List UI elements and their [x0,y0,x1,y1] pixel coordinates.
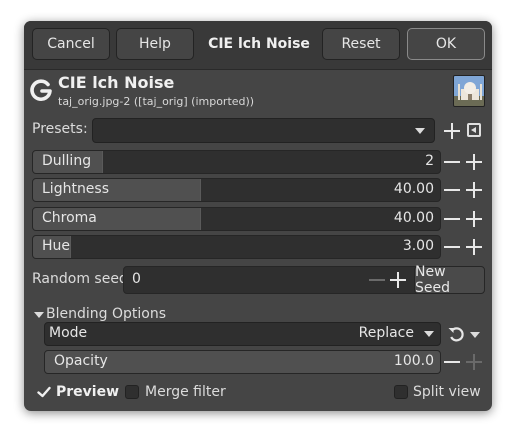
split-view-checkbox[interactable] [394,385,408,399]
composite-mode-button[interactable] [447,324,483,346]
filter-title: CIE lch Noise [58,73,175,92]
cancel-button[interactable]: Cancel [32,28,110,60]
slider-lightness[interactable]: Lightness 40.00 [32,178,441,202]
slider-hue[interactable]: Hue 3.00 [32,235,441,259]
slider-label: Dulling [42,153,92,169]
preset-menu-icon[interactable] [467,123,481,137]
slider-value: 2 [425,153,434,169]
decrease-opacity-button[interactable] [444,354,460,370]
merge-filter-checkbox[interactable] [125,385,139,399]
chevron-down-icon [470,332,480,338]
presets-combo[interactable] [92,118,435,143]
blend-mode-combo[interactable]: Mode Replace [44,322,441,346]
add-preset-icon[interactable] [444,123,460,139]
slider-opacity[interactable]: Opacity 100.0 [44,350,441,374]
new-seed-button[interactable]: New Seed [414,264,485,296]
random-seed-value: 0 [132,271,141,287]
cie-lch-noise-dialog: Cancel Help CIE lch Noise Reset OK CIE l… [24,21,492,411]
decrease-lightness-button[interactable] [444,182,460,198]
preview-checkbox[interactable] [37,385,51,399]
decrease-hue-button[interactable] [444,239,460,255]
reset-mode-icon [448,327,464,342]
presets-label: Presets: [32,121,88,137]
increase-opacity-button[interactable] [466,354,482,370]
dialog-title: CIE lch Noise [208,36,310,52]
decrease-chroma-button[interactable] [444,211,460,227]
ok-button[interactable]: OK [407,28,485,60]
slider-label: Lightness [42,181,110,197]
help-button[interactable]: Help [116,28,194,60]
random-seed-input[interactable]: 0 [123,266,435,294]
blending-options-label: Blending Options [46,306,166,322]
expander-arrow-icon [34,312,44,318]
chevron-down-icon [415,128,425,134]
slider-value: 40.00 [393,181,434,197]
slider-dulling[interactable]: Dulling 2 [32,150,441,174]
random-seed-label: Random seed [32,271,128,287]
slider-value: 40.00 [393,210,434,226]
decrease-seed-button[interactable] [369,272,385,288]
mode-label: Mode [49,325,88,341]
increase-dulling-button[interactable] [466,154,482,170]
image-subtitle: taj_orig.jpg-2 ([taj_orig] (imported)) [58,95,255,108]
slider-chroma[interactable]: Chroma 40.00 [32,207,441,231]
reset-button[interactable]: Reset [322,28,400,60]
slider-label: Hue [42,238,71,254]
preview-label: Preview [56,384,120,400]
gegl-logo-icon [28,77,54,103]
increase-hue-button[interactable] [466,239,482,255]
increase-seed-button[interactable] [390,272,406,288]
merge-filter-label: Merge filter [145,384,226,400]
image-thumbnail [453,75,485,107]
decrease-dulling-button[interactable] [444,154,460,170]
split-view-label: Split view [413,384,481,400]
checkmark-icon [37,386,51,398]
mode-value: Replace [358,325,414,341]
increase-lightness-button[interactable] [466,182,482,198]
slider-value: 3.00 [402,238,434,254]
chevron-down-icon [424,331,434,337]
increase-chroma-button[interactable] [466,211,482,227]
slider-label: Opacity [54,353,108,369]
slider-value: 100.0 [393,353,434,369]
slider-label: Chroma [42,210,97,226]
dialog-header: Cancel Help CIE lch Noise Reset OK [24,21,492,70]
